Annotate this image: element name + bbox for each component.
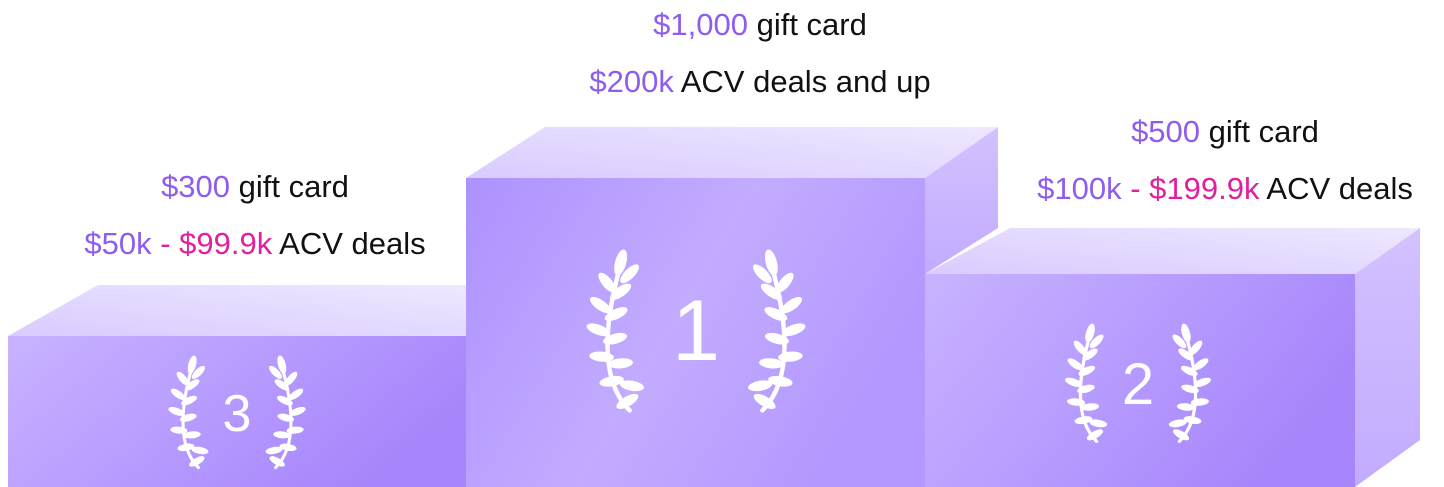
tier-1-prize-amount: $1,000	[653, 7, 748, 42]
tier-2-range: $100k - $199.9k ACV deals	[1015, 160, 1435, 217]
podium-step-3-top	[8, 285, 468, 336]
tier-3-range: $50k - $99.9k ACV deals	[45, 215, 465, 272]
rank-number-3: 3	[223, 385, 252, 443]
tier-1-range: $200k ACV deals and up	[540, 53, 980, 110]
podium-step-1	[466, 127, 998, 487]
tier-1-range-suffix: ACV deals and up	[673, 64, 931, 99]
tier-2-range-separator: -	[1121, 171, 1150, 206]
tier-3-label: $300 gift card $50k - $99.9k ACV deals	[45, 158, 465, 272]
tier-3-prize-amount: $300	[161, 169, 231, 204]
tier-2-prize: $500 gift card	[1015, 103, 1435, 160]
rank-number-1: 1	[672, 283, 720, 379]
tier-3-range-suffix: ACV deals	[272, 226, 426, 261]
rank-number-2: 2	[1122, 352, 1154, 417]
tier-2-range-end: $199.9k	[1149, 171, 1260, 206]
podium-step-1-top	[466, 127, 998, 178]
tier-1-prize-suffix: gift card	[747, 7, 867, 42]
tier-3-range-end: $99.9k	[179, 226, 273, 261]
tier-3-prize-suffix: gift card	[230, 169, 349, 204]
tier-3-range-separator: -	[151, 226, 180, 261]
tier-3-range-start: $50k	[84, 226, 152, 261]
tier-2-label: $500 gift card $100k - $199.9k ACV deals	[1015, 103, 1435, 217]
tier-1-label: $1,000 gift card $200k ACV deals and up	[540, 0, 980, 110]
tier-2-range-suffix: ACV deals	[1259, 171, 1413, 206]
tier-1-prize: $1,000 gift card	[540, 0, 980, 53]
podium-step-2-top	[925, 228, 1420, 274]
tier-3-prize: $300 gift card	[45, 158, 465, 215]
tier-2-prize-suffix: gift card	[1200, 114, 1319, 149]
tier-2-range-start: $100k	[1037, 171, 1122, 206]
tier-1-range-start: $200k	[589, 64, 674, 99]
tier-2-prize-amount: $500	[1131, 114, 1201, 149]
podium-step-2	[925, 228, 1420, 487]
